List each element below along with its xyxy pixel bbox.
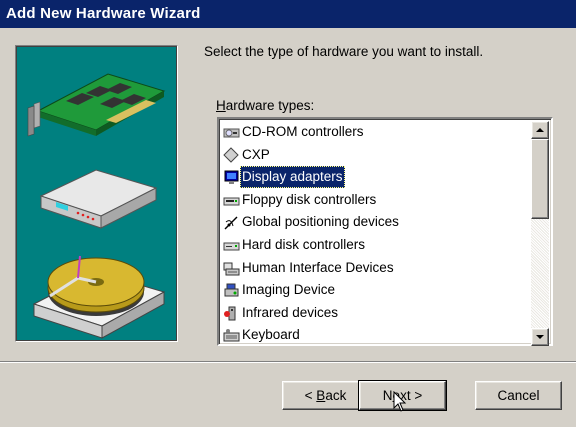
scroll-down-arrow-icon	[536, 335, 544, 339]
cxp-diamond-icon	[223, 146, 239, 163]
scroll-up-button[interactable]	[531, 121, 549, 139]
floppy-controller-icon	[223, 197, 240, 206]
hard-disk-icon	[32, 255, 166, 339]
gps-satellite-icon	[224, 216, 238, 230]
back-button[interactable]: < Back	[282, 381, 369, 410]
keyboard-icon	[223, 329, 240, 342]
hardware-types-label: Hardware types:	[216, 98, 314, 113]
hardware-illustration-icon	[27, 73, 166, 339]
hardware-type-item-label: CD-ROM controllers	[242, 124, 364, 139]
hardware-type-item[interactable]: CXP	[222, 144, 527, 167]
hard-disk-controller-icon	[223, 242, 240, 251]
hardware-types-listbox[interactable]: CD-ROM controllers CXP Display adapters Flo…	[217, 117, 553, 346]
vertical-scrollbar[interactable]	[531, 121, 549, 346]
separator	[0, 361, 576, 363]
hardware-types-label-access-key: H	[216, 98, 226, 113]
hardware-types-label-rest: ardware types:	[225, 98, 315, 113]
hardware-type-item[interactable]: CD-ROM controllers	[222, 121, 527, 144]
imaging-device-icon	[224, 283, 239, 297]
hardware-type-item[interactable]: Infrared devices	[222, 302, 527, 325]
instruction-text: Select the type of hardware you want to …	[204, 44, 484, 59]
cdrom-controller-icon	[223, 128, 240, 138]
hid-keyboard-icon	[223, 262, 240, 276]
scroll-down-button[interactable]	[531, 328, 549, 346]
scroll-thumb[interactable]	[531, 139, 549, 219]
hardware-type-item-label: Infrared devices	[242, 304, 339, 320]
hardware-type-item-label: Hard disk controllers	[242, 236, 366, 252]
infrared-icon	[224, 306, 236, 321]
hardware-type-item[interactable]: Global positioning devices	[222, 211, 527, 234]
mouse-cursor-icon	[393, 391, 407, 412]
window-title: Add New Hardware Wizard	[6, 5, 201, 22]
hardware-type-item[interactable]: Display adapters	[222, 166, 527, 189]
display-adapter-icon	[224, 170, 239, 185]
hardware-type-item[interactable]: Human Interface Devices	[222, 257, 527, 280]
hardware-type-item-label: CXP	[242, 146, 270, 162]
cancel-button[interactable]: Cancel	[475, 381, 562, 410]
hardware-type-item[interactable]: Hard disk controllers	[222, 234, 527, 257]
title-bar[interactable]: Add New Hardware Wizard	[0, 0, 576, 28]
hardware-type-item-label: Keyboard	[242, 327, 300, 343]
scroll-up-arrow-icon	[536, 128, 544, 132]
hardware-types-items: CD-ROM controllers CXP Display adapters Flo…	[222, 121, 527, 347]
wizard-illustration	[15, 45, 178, 342]
hardware-type-item[interactable]: Floppy disk controllers	[222, 189, 527, 212]
hardware-type-item-label: Display adapters	[240, 166, 345, 189]
hardware-type-item[interactable]: Keyboard	[222, 324, 527, 347]
modem-icon	[39, 169, 158, 229]
hardware-type-item-label: Floppy disk controllers	[242, 191, 377, 207]
hardware-type-item-label: Human Interface Devices	[242, 259, 394, 275]
hardware-type-item[interactable]: Imaging Device	[222, 279, 527, 302]
expansion-card-icon	[27, 73, 166, 137]
hardware-type-item-label: Imaging Device	[242, 282, 336, 298]
hardware-type-item-label: Global positioning devices	[242, 214, 399, 230]
